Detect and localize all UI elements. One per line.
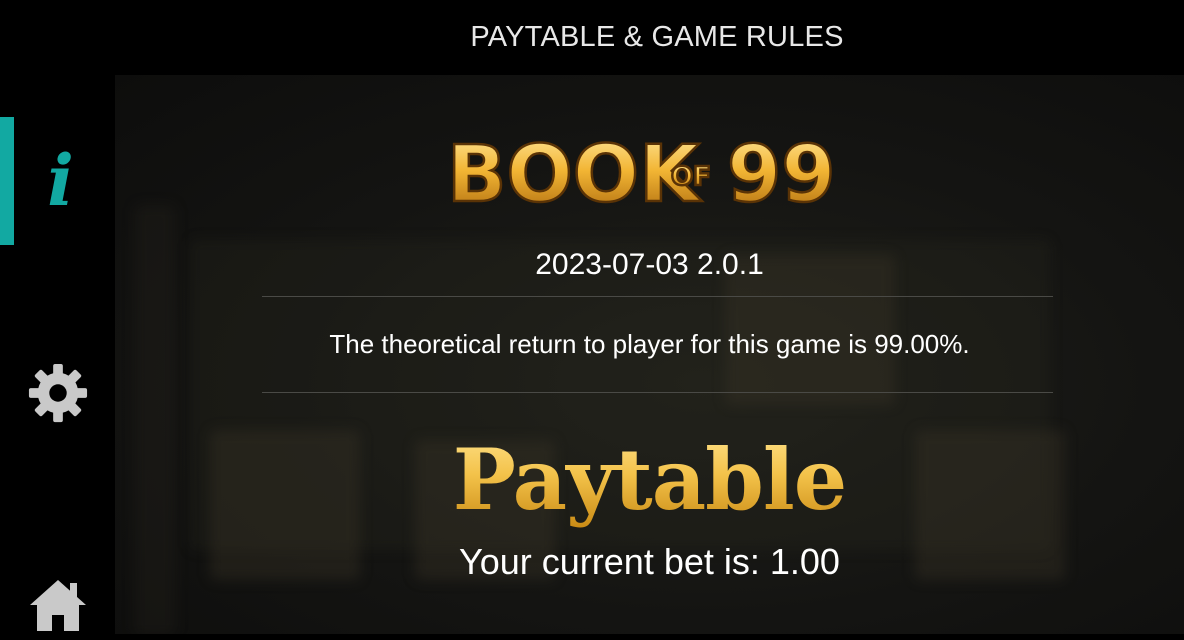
sidebar-item-home[interactable] xyxy=(0,570,115,640)
paytable-heading: Paytable xyxy=(115,430,1184,529)
divider-top xyxy=(262,296,1053,297)
rtp-text: The theoretical return to player for thi… xyxy=(329,329,970,359)
sidebar-item-settings[interactable] xyxy=(0,355,115,431)
game-logo: BOOK OF 99 xyxy=(115,125,1184,215)
gear-icon xyxy=(28,363,87,423)
game-logo-image: BOOK OF 99 xyxy=(445,129,836,215)
rules-panel[interactable]: BOOK OF 99 2023-07-03 2.0.1 The theoreti… xyxy=(115,75,1184,634)
logo-word-of: OF xyxy=(671,162,711,192)
logo-word-book: BOOK xyxy=(447,130,702,215)
sidebar-item-info[interactable]: i xyxy=(0,117,115,245)
page-title: PAYTABLE & GAME RULES xyxy=(470,21,844,53)
sidebar: i xyxy=(0,75,115,634)
game-version: 2023-07-03 2.0.1 xyxy=(535,248,764,281)
current-bet-text: Your current bet is: 1.00 xyxy=(459,541,840,582)
info-icon: i xyxy=(47,139,74,222)
header-bar: PAYTABLE & GAME RULES xyxy=(0,0,1184,75)
logo-word-99: 99 xyxy=(727,130,836,215)
rules-content: BOOK OF 99 2023-07-03 2.0.1 The theoreti… xyxy=(115,75,1184,634)
home-icon xyxy=(29,580,86,631)
divider-bottom xyxy=(262,392,1053,393)
